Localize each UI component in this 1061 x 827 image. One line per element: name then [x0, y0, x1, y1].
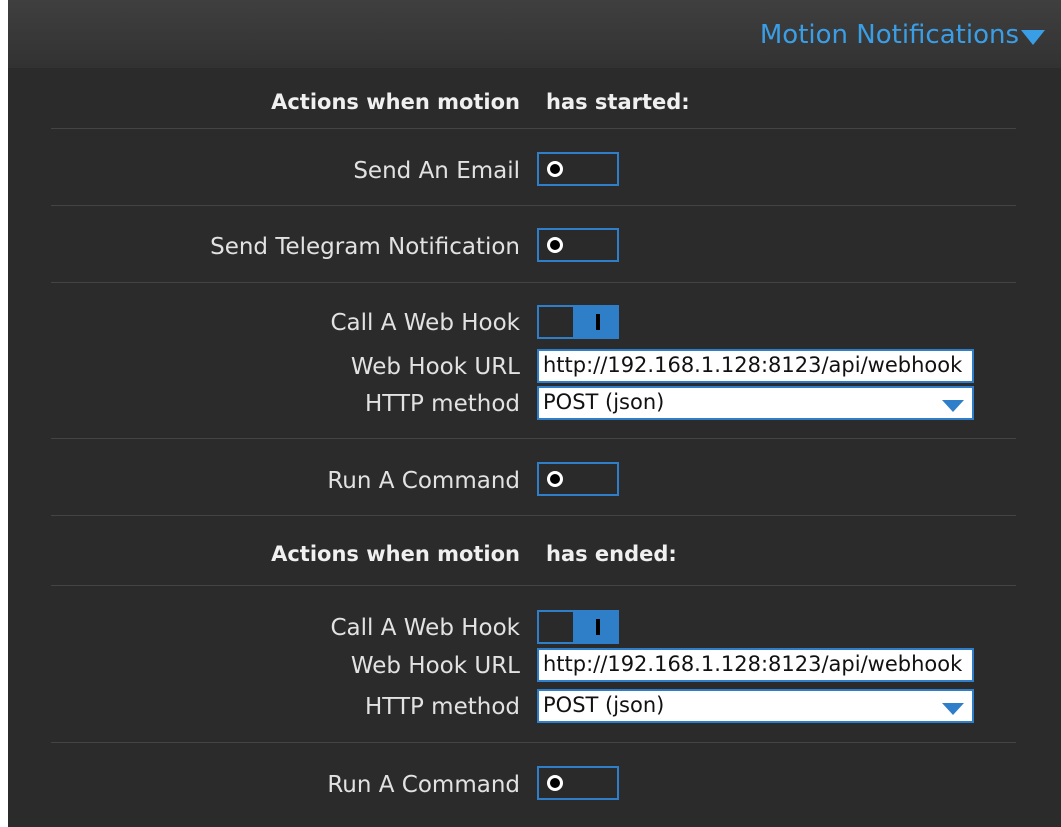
toggle-knob-icon [547, 161, 563, 177]
toggle-on-bar-icon [596, 314, 600, 330]
webhook-label: Call A Web Hook [330, 310, 520, 336]
section-header[interactable]: Motion Notifications [8, 0, 1061, 68]
divider [51, 515, 1016, 516]
telegram-label: Send Telegram Notification [210, 234, 520, 260]
ended-http-method-value: POST (json) [543, 693, 665, 717]
ended-http-method-select[interactable]: POST (json) [537, 689, 974, 723]
toggle-knob-icon [547, 471, 563, 487]
toggle-knob-icon [547, 775, 563, 791]
http-method-label: HTTP method [365, 391, 520, 417]
ended-webhook-toggle[interactable] [537, 610, 619, 644]
toggle-knob-icon [547, 237, 563, 253]
dropdown-arrow-icon[interactable] [942, 400, 964, 412]
run-command-label: Run A Command [327, 468, 520, 494]
http-method-select[interactable]: POST (json) [537, 386, 974, 420]
started-heading-right: has started: [546, 90, 690, 114]
divider [51, 128, 1016, 129]
webhook-url-label: Web Hook URL [350, 354, 520, 380]
send-email-label: Send An Email [353, 158, 520, 184]
ended-webhook-url-input[interactable]: http://192.168.1.128:8123/api/webhook [537, 648, 974, 682]
telegram-toggle[interactable] [537, 228, 619, 262]
dropdown-arrow-icon[interactable] [942, 703, 964, 715]
divider [51, 438, 1016, 439]
ended-heading-left: Actions when motion [271, 542, 520, 566]
ended-webhook-label: Call A Web Hook [330, 615, 520, 641]
divider [51, 742, 1016, 743]
caret-down-icon[interactable] [1021, 30, 1045, 45]
run-command-toggle[interactable] [537, 462, 619, 496]
ended-heading-right: has ended: [546, 542, 677, 566]
ended-http-method-label: HTTP method [365, 694, 520, 720]
webhook-url-input[interactable]: http://192.168.1.128:8123/api/webhook [537, 349, 974, 383]
send-email-toggle[interactable] [537, 152, 619, 186]
toggle-on-bar-icon [596, 619, 600, 635]
divider [51, 282, 1016, 283]
motion-notifications-panel: Motion Notifications Actions when motion… [8, 0, 1061, 827]
ended-run-command-toggle[interactable] [537, 766, 619, 800]
ended-run-command-label: Run A Command [327, 772, 520, 798]
ended-webhook-url-label: Web Hook URL [350, 653, 520, 679]
http-method-value: POST (json) [543, 390, 665, 414]
toggle-fill [573, 612, 617, 642]
section-title[interactable]: Motion Notifications [760, 18, 1019, 52]
started-heading-left: Actions when motion [271, 90, 520, 114]
divider [51, 585, 1016, 586]
divider [51, 205, 1016, 206]
toggle-fill [573, 307, 617, 337]
webhook-toggle[interactable] [537, 305, 619, 339]
